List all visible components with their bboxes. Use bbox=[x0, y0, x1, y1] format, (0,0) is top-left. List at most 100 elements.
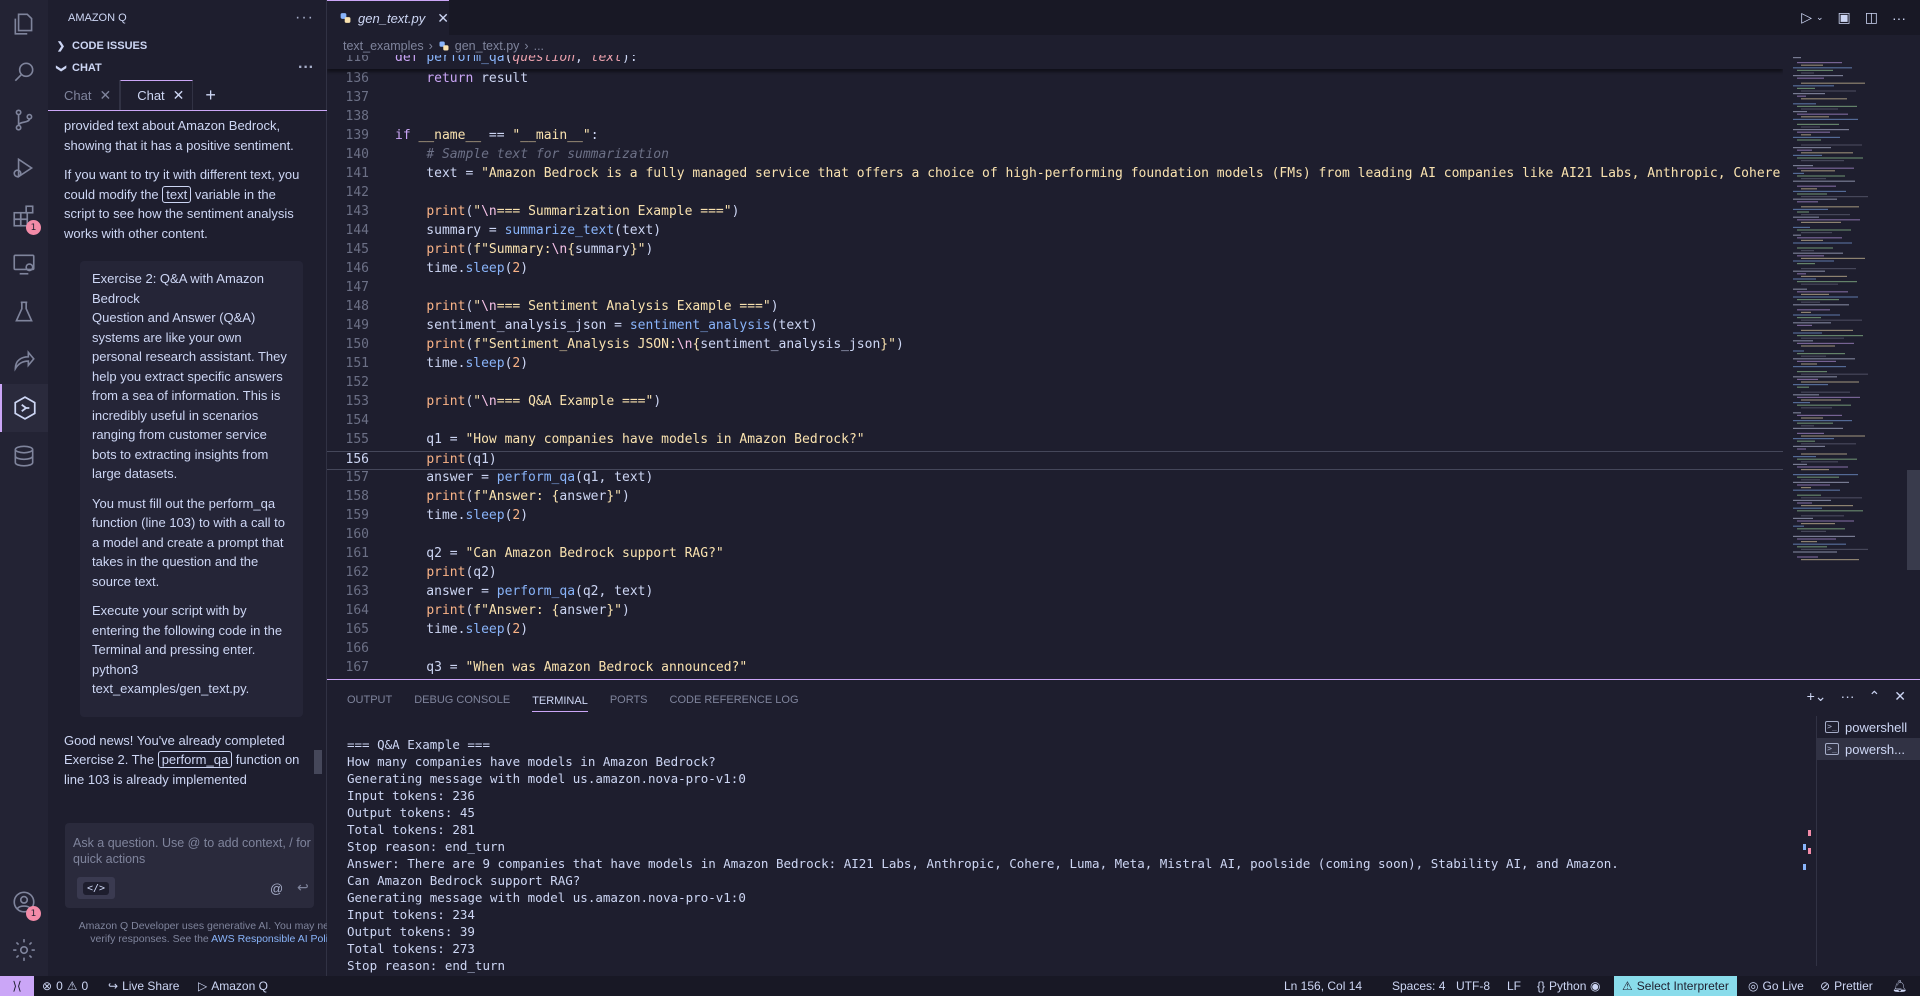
remote-indicator-icon[interactable]: ⟩⟨ bbox=[0, 976, 34, 996]
chat-input-placeholder[interactable]: Ask a question. Use @ to add context, / … bbox=[73, 835, 313, 867]
more-actions-icon[interactable]: ··· bbox=[1892, 10, 1906, 26]
code-line[interactable]: 138 bbox=[327, 109, 1783, 128]
tab-debug-console[interactable]: DEBUG CONSOLE bbox=[414, 694, 510, 706]
close-icon[interactable]: ✕ bbox=[173, 87, 185, 104]
code-line[interactable]: 159 time.sleep(2) bbox=[327, 508, 1783, 527]
code-line[interactable]: 155 q1 = "How many companies have models… bbox=[327, 432, 1783, 451]
minimap[interactable] bbox=[1787, 55, 1907, 570]
terminal-instance[interactable]: >_ powershell bbox=[1817, 716, 1920, 738]
code-line[interactable]: 139 if __name__ == "__main__": bbox=[327, 128, 1783, 147]
remote-explorer-icon[interactable] bbox=[0, 240, 48, 288]
more-actions-icon[interactable]: ··· bbox=[1841, 688, 1855, 705]
code-line[interactable]: 162 print(q2) bbox=[327, 565, 1783, 584]
explorer-icon[interactable] bbox=[0, 0, 48, 48]
code-line[interactable]: 136 return result bbox=[327, 71, 1783, 90]
testing-icon[interactable] bbox=[0, 288, 48, 336]
code-line[interactable]: 167 q3 = "When was Amazon Bedrock announ… bbox=[327, 660, 1783, 678]
tab-gen-text-py[interactable]: gen_text.py ✕ bbox=[327, 0, 449, 35]
live-share-status[interactable]: ↪ Live Share bbox=[108, 976, 179, 996]
more-actions-icon[interactable]: ··· bbox=[295, 9, 314, 27]
breadcrumb-folder[interactable]: text_examples bbox=[343, 39, 424, 53]
chat-input-box[interactable]: Ask a question. Use @ to add context, / … bbox=[65, 823, 314, 908]
code-line[interactable]: 158 print(f"Answer: {answer}") bbox=[327, 489, 1783, 508]
aws-policy-link[interactable]: AWS Responsible AI Policy bbox=[211, 933, 338, 945]
go-live[interactable]: ◎ Go Live bbox=[1748, 976, 1804, 996]
chat-tab-2[interactable]: Chat ✕ bbox=[120, 80, 194, 110]
copilot-icon[interactable]: ◉ bbox=[1590, 976, 1600, 996]
close-icon[interactable]: ✕ bbox=[437, 10, 449, 27]
amazon-q-icon[interactable] bbox=[0, 384, 48, 432]
indentation[interactable]: Spaces: 4 bbox=[1392, 976, 1445, 996]
code-line[interactable]: 166 bbox=[327, 641, 1783, 660]
code-line[interactable]: 143 print("\n=== Summarization Example =… bbox=[327, 204, 1783, 223]
code-line[interactable]: 152 bbox=[327, 375, 1783, 394]
chat-more-icon[interactable]: ··· bbox=[298, 59, 314, 77]
code-line[interactable]: 157 answer = perform_qa(q1, text) bbox=[327, 470, 1783, 489]
tab-ports[interactable]: PORTS bbox=[610, 694, 648, 706]
problems-indicator[interactable]: ⊗ 0 ⚠ 0 bbox=[42, 976, 88, 996]
extensions-icon[interactable]: 1 bbox=[0, 192, 48, 240]
code-snippet-button[interactable]: </> bbox=[77, 877, 115, 899]
tab-output[interactable]: OUTPUT bbox=[347, 694, 392, 706]
gear-icon[interactable] bbox=[0, 926, 48, 974]
tab-terminal[interactable]: TERMINAL bbox=[532, 695, 588, 712]
code-line[interactable]: 161 q2 = "Can Amazon Bedrock support RAG… bbox=[327, 546, 1783, 565]
code-line[interactable]: 160 bbox=[327, 527, 1783, 546]
code-line[interactable]: 142 bbox=[327, 185, 1783, 204]
close-icon[interactable]: ✕ bbox=[99, 87, 111, 104]
code-line[interactable]: 156 print(q1) bbox=[327, 451, 1783, 470]
breadcrumb-file[interactable]: gen_text.py bbox=[455, 39, 520, 53]
bell-icon[interactable]: 🔔︎ bbox=[1892, 976, 1907, 996]
run-icon[interactable]: ▷ bbox=[1801, 9, 1812, 26]
breadcrumb-symbol[interactable]: ... bbox=[534, 39, 544, 53]
code-line[interactable]: 145 print(f"Summary:\n{summary}") bbox=[327, 242, 1783, 261]
chat-section[interactable]: ❯ CHAT ··· bbox=[48, 57, 326, 79]
code-line[interactable]: 140 # Sample text for summarization bbox=[327, 147, 1783, 166]
code-line[interactable]: 163 answer = perform_qa(q2, text) bbox=[327, 584, 1783, 603]
code-issues-section[interactable]: ❯ CODE ISSUES bbox=[48, 35, 326, 57]
code-line[interactable]: 149 sentiment_analysis_json = sentiment_… bbox=[327, 318, 1783, 337]
terminal-instance[interactable]: >_ powersh... bbox=[1817, 738, 1920, 760]
preview-icon[interactable]: ▣ bbox=[1838, 9, 1851, 26]
code-line[interactable]: 151 time.sleep(2) bbox=[327, 356, 1783, 375]
code-editor[interactable]: 116 def perform_qa(question, text): 136 re… bbox=[327, 55, 1783, 678]
editor-scrollbar[interactable] bbox=[1907, 470, 1920, 570]
code-line[interactable]: 148 print("\n=== Sentiment Analysis Exam… bbox=[327, 299, 1783, 318]
code-line[interactable]: 153 print("\n=== Q&A Example ===") bbox=[327, 394, 1783, 413]
code-line[interactable]: 165 time.sleep(2) bbox=[327, 622, 1783, 641]
amazon-q-status[interactable]: ▷ Amazon Q bbox=[198, 976, 268, 996]
search-icon[interactable] bbox=[0, 48, 48, 96]
new-terminal-plus-icon[interactable]: +⌄ bbox=[1807, 688, 1827, 705]
tab-code-reference-log[interactable]: CODE REFERENCE LOG bbox=[670, 694, 799, 706]
live-share-icon[interactable] bbox=[0, 336, 48, 384]
maximize-panel-icon[interactable]: ⌃ bbox=[1869, 688, 1881, 705]
split-editor-icon[interactable]: ◫ bbox=[1865, 9, 1878, 26]
source-control-icon[interactable] bbox=[0, 96, 48, 144]
code-line[interactable]: 150 print(f"Sentiment_Analysis JSON:\n{s… bbox=[327, 337, 1783, 356]
new-chat-plus-icon[interactable]: + bbox=[205, 80, 216, 110]
code-line[interactable]: 146 time.sleep(2) bbox=[327, 261, 1783, 280]
code-line[interactable]: 137 bbox=[327, 90, 1783, 109]
database-icon[interactable] bbox=[0, 432, 48, 480]
prettier[interactable]: ⊘ Prettier bbox=[1820, 976, 1873, 996]
code-line[interactable]: 144 summary = summarize_text(text) bbox=[327, 223, 1783, 242]
at-mention-icon[interactable]: @ bbox=[270, 881, 283, 896]
select-interpreter[interactable]: ⚠ Select Interpreter bbox=[1614, 976, 1737, 996]
chevron-down-icon[interactable]: ⌄ bbox=[1816, 12, 1824, 23]
end-of-line[interactable]: LF bbox=[1507, 976, 1521, 996]
chat-scrollbar[interactable] bbox=[314, 750, 322, 774]
code-line[interactable]: 147 bbox=[327, 280, 1783, 299]
encoding[interactable]: UTF-8 bbox=[1456, 976, 1490, 996]
terminal-output[interactable]: === Q&A Example === How many companies ha… bbox=[347, 736, 1787, 974]
cursor-position[interactable]: Ln 156, Col 14 bbox=[1284, 976, 1362, 996]
send-icon[interactable]: ↩ bbox=[297, 879, 309, 896]
account-icon[interactable]: 1 bbox=[0, 878, 48, 926]
language-mode[interactable]: {} Python bbox=[1537, 976, 1586, 996]
code-line[interactable]: 116 def perform_qa(question, text): bbox=[327, 55, 1783, 69]
code-line[interactable]: 154 bbox=[327, 413, 1783, 432]
chat-tab-1[interactable]: Chat ✕ bbox=[48, 80, 121, 110]
close-icon[interactable]: ✕ bbox=[1894, 688, 1906, 705]
code-line[interactable]: 164 print(f"Answer: {answer}") bbox=[327, 603, 1783, 622]
code-line[interactable]: 141 text = "Amazon Bedrock is a fully ma… bbox=[327, 166, 1783, 185]
run-debug-icon[interactable] bbox=[0, 144, 48, 192]
